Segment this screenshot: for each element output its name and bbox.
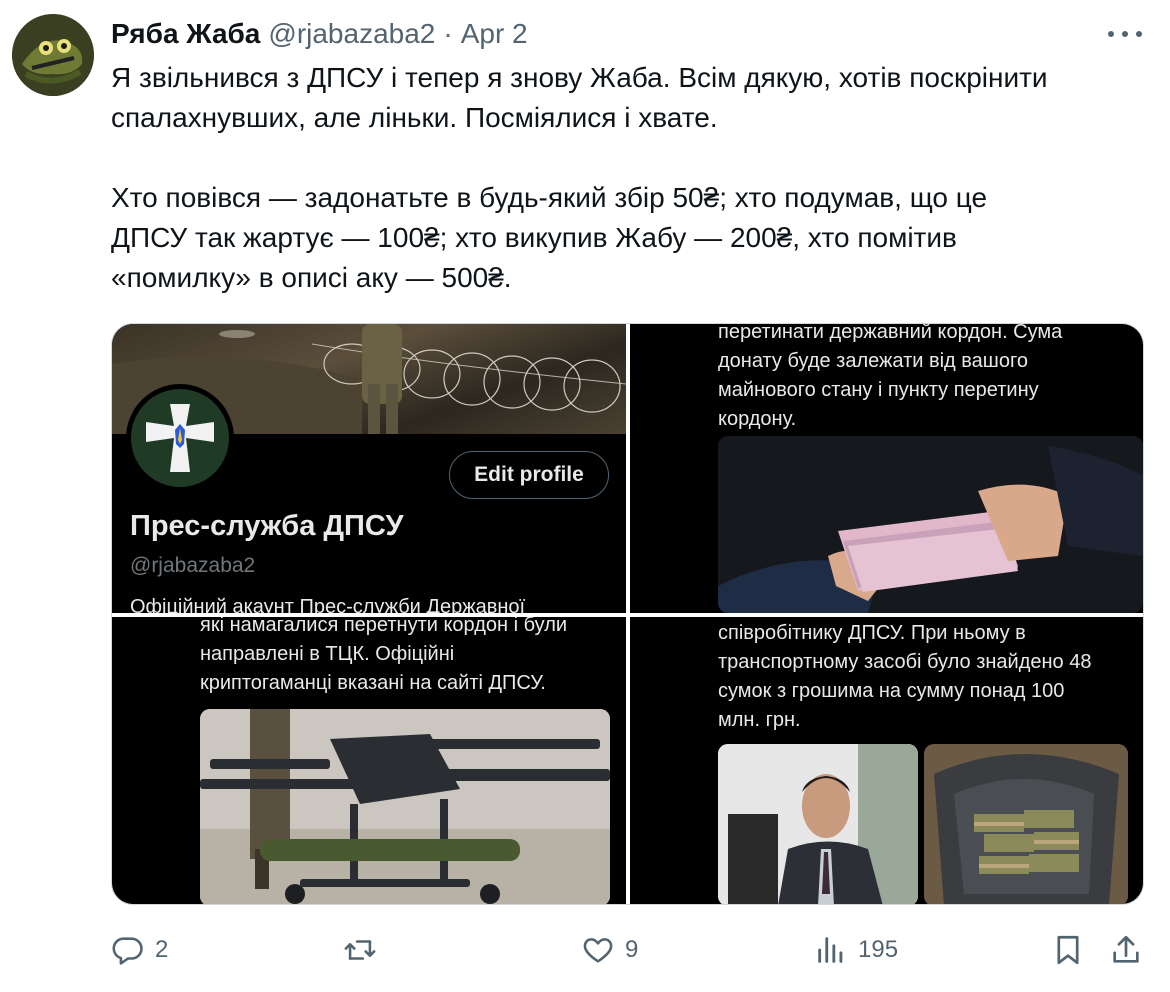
share-icon <box>1113 935 1139 963</box>
bookmark-button[interactable] <box>1051 930 1085 970</box>
screenshot-line: криптогаманці вказані на сайті ДПСУ. <box>200 672 546 694</box>
profile-bio: Офіційний акаунт Прес-служби Державної <box>130 596 526 613</box>
media-image-profile[interactable]: Edit profile Прес-служба ДПСУ @rjabazaba… <box>112 324 626 613</box>
tweet-text-line: ДПСУ так жартує — 100₴; хто викупив Жабу… <box>111 222 957 253</box>
profile-name: Прес-служба ДПСУ <box>130 510 404 542</box>
screenshot-line: співробітнику ДПСУ. При ньому в <box>718 622 1026 644</box>
screenshot-line: направлені в ТЦК. Офіційні <box>200 643 455 665</box>
screenshot-text: співробітнику ДПСУ. При ньому в транспор… <box>718 619 1138 735</box>
author-name[interactable]: Ряба Жаба <box>111 18 260 50</box>
media-grid: Edit profile Прес-служба ДПСУ @rjabazaba… <box>111 323 1144 905</box>
retweet-icon <box>344 940 376 960</box>
official-portrait-photo <box>718 744 918 904</box>
edit-profile-button: Edit profile <box>449 451 609 499</box>
money-bag-photo <box>924 744 1128 904</box>
tweet-text-line: Хто повівся — задонатьте в будь-який збі… <box>111 182 988 213</box>
header-separator: · <box>443 18 453 49</box>
tweet-text-line: «помилку» в описі аку — 500₴. <box>111 262 512 293</box>
retweet-button[interactable] <box>343 930 387 970</box>
profile-avatar <box>126 384 234 492</box>
bookmark-icon <box>1057 935 1079 965</box>
media-image-bags[interactable]: співробітнику ДПСУ. При ньому в транспор… <box>630 617 1143 904</box>
screenshot-text: які намагалися перетнути кордон і були н… <box>200 617 620 698</box>
screenshot-line: донату буде залежати від вашого <box>718 350 1028 372</box>
like-button[interactable]: 9 <box>581 930 638 970</box>
more-horizontal-icon[interactable] <box>1108 22 1142 46</box>
reply-icon <box>112 937 143 965</box>
author-avatar[interactable] <box>12 14 94 96</box>
screenshot-line: сумок з грошима на сумму понад 100 <box>718 680 1065 702</box>
views-count: 195 <box>858 936 899 963</box>
screenshot-text: перетинати державний кордон. Сума донату… <box>718 324 1138 434</box>
tweet-text: Я звільнився з ДПСУ і тепер я знову Жаба… <box>111 58 1141 298</box>
like-count: 9 <box>625 936 639 963</box>
author-handle[interactable]: @rjabazaba2 <box>268 18 435 50</box>
tweet-text-line: спалахнувших, але ліньки. Посміялися і х… <box>111 102 718 133</box>
views-button[interactable]: 195 <box>814 930 898 970</box>
share-button[interactable] <box>1109 930 1143 970</box>
reply-count: 2 <box>155 936 169 963</box>
profile-handle: @rjabazaba2 <box>130 554 256 577</box>
screenshot-line: майнового стану і пункту перетину <box>718 379 1039 401</box>
tweet-header: Ряба Жаба @rjabazaba2 · Apr 2 <box>111 16 528 52</box>
heart-icon <box>583 938 613 963</box>
media-image-donation[interactable]: перетинати державний кордон. Сума донату… <box>630 324 1143 613</box>
views-chart-icon <box>818 937 843 963</box>
screenshot-line: які намагалися перетнути кордон і були <box>200 617 568 636</box>
screenshot-line: перетинати державний кордон. Сума <box>718 324 1063 343</box>
screenshot-line: транспортному засобі було знайдено 48 <box>718 651 1092 673</box>
money-handover-photo <box>718 436 1143 613</box>
reply-button[interactable]: 2 <box>111 930 168 970</box>
drone-photo <box>200 709 610 904</box>
screenshot-line: млн. грн. <box>718 709 801 731</box>
media-image-drone[interactable]: які намагалися перетнути кордон і були н… <box>112 617 626 904</box>
tweet-actions: 2 9 195 <box>111 930 1146 970</box>
tweet-text-line: Я звільнився з ДПСУ і тепер я знову Жаба… <box>111 62 1048 93</box>
screenshot-line: кордону. <box>718 408 797 430</box>
tweet-date[interactable]: Apr 2 <box>461 18 528 50</box>
